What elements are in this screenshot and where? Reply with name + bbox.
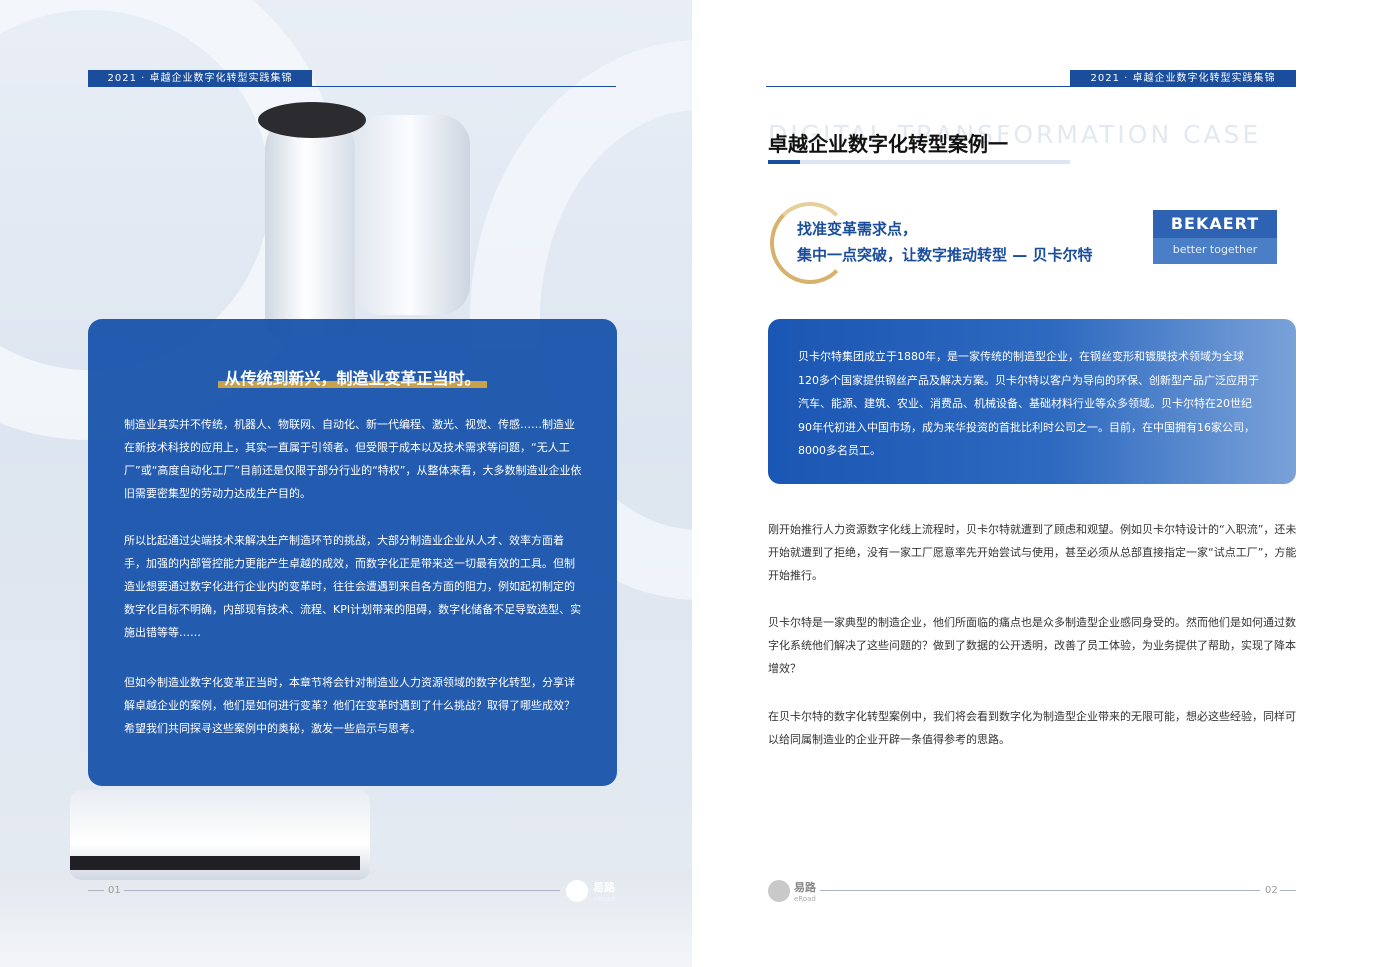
company-description: 贝卡尔特集团成立于1880年，是一家传统的制造型企业，在钢丝变形和镀膜技术领域为… (798, 350, 1259, 457)
body-paragraph: 刚开始推行人力资源数字化线上流程时，贝卡尔特就遭到了顾虑和观望。例如贝卡尔特设计… (768, 523, 1297, 582)
body-paragraph: 贝卡尔特是一家典型的制造企业，他们所面临的痛点也是众多制造型企业感同身受的。然而… (768, 616, 1296, 675)
header-tag: 2021 · 卓越企业数字化转型实践集锦 (1070, 70, 1296, 87)
header-rule (88, 86, 616, 87)
header-tag: 2021 · 卓越企业数字化转型实践集锦 (88, 70, 312, 87)
footer-rule (1280, 890, 1296, 891)
bekaert-logo: BEKAERT better together (1153, 210, 1277, 264)
card-title: 从传统到新兴，制造业变革正当时。 (88, 365, 617, 389)
brand-tagline: better together (1172, 243, 1258, 256)
card-paragraph: 制造业其实并不传统，机器人、物联网、自动化、新一代编程、激光、视觉、传感……制造… (124, 418, 582, 500)
title-underline (768, 160, 800, 164)
robot-head (258, 102, 366, 138)
intro-card: 从传统到新兴，制造业变革正当时。 制造业其实并不传统，机器人、物联网、自动化、新… (88, 319, 617, 786)
page-number: 01 (108, 885, 121, 896)
title-underline-light (800, 160, 1070, 164)
footer-rule (820, 890, 1260, 891)
page-number: 02 (1265, 885, 1278, 896)
robot-arm (265, 110, 355, 340)
page-title: 卓越企业数字化转型案例一 (768, 132, 1008, 156)
left-page: 2021 · 卓越企业数字化转型实践集锦 从传统到新兴，制造业变革正当时。 制造… (0, 0, 692, 967)
footer-rule (124, 890, 560, 891)
logo-sub: eRoad (593, 895, 615, 903)
company-card: 贝卡尔特集团成立于1880年，是一家传统的制造型企业，在钢丝变形和镀膜技术领域为… (768, 319, 1296, 484)
brand-name: BEKAERT (1153, 210, 1277, 238)
floor (0, 870, 692, 967)
logo-text: 易路 (794, 881, 816, 894)
right-page: 2021 · 卓越企业数字化转型实践集锦 DIGITAL TRANSFORMAT… (692, 0, 1383, 967)
subtitle-line-2: 集中一点突破，让数字推动转型 — 贝卡尔特 (797, 246, 1093, 264)
eroad-logo-icon (566, 880, 588, 902)
robot-joint (350, 115, 470, 315)
card-paragraph: 但如今制造业数字化变革正当时，本章节将会针对制造业人力资源领域的数字化转型，分享… (124, 676, 575, 735)
logo-sub: eRoad (794, 895, 816, 903)
footer-rule (88, 890, 104, 891)
robot-base-strip (70, 856, 360, 870)
decorative-arc (770, 202, 850, 284)
card-paragraph: 所以比起通过尖端技术来解决生产制造环节的挑战，大部分制造业企业从人才、效率方面着… (124, 534, 582, 639)
subtitle-line-1: 找准变革需求点， (797, 220, 918, 238)
logo-text: 易路 (593, 881, 615, 894)
body-paragraph: 在贝卡尔特的数字化转型案例中，我们将会看到数字化为制造型企业带来的无限可能，想必… (768, 710, 1296, 746)
eroad-logo-icon (768, 880, 790, 902)
